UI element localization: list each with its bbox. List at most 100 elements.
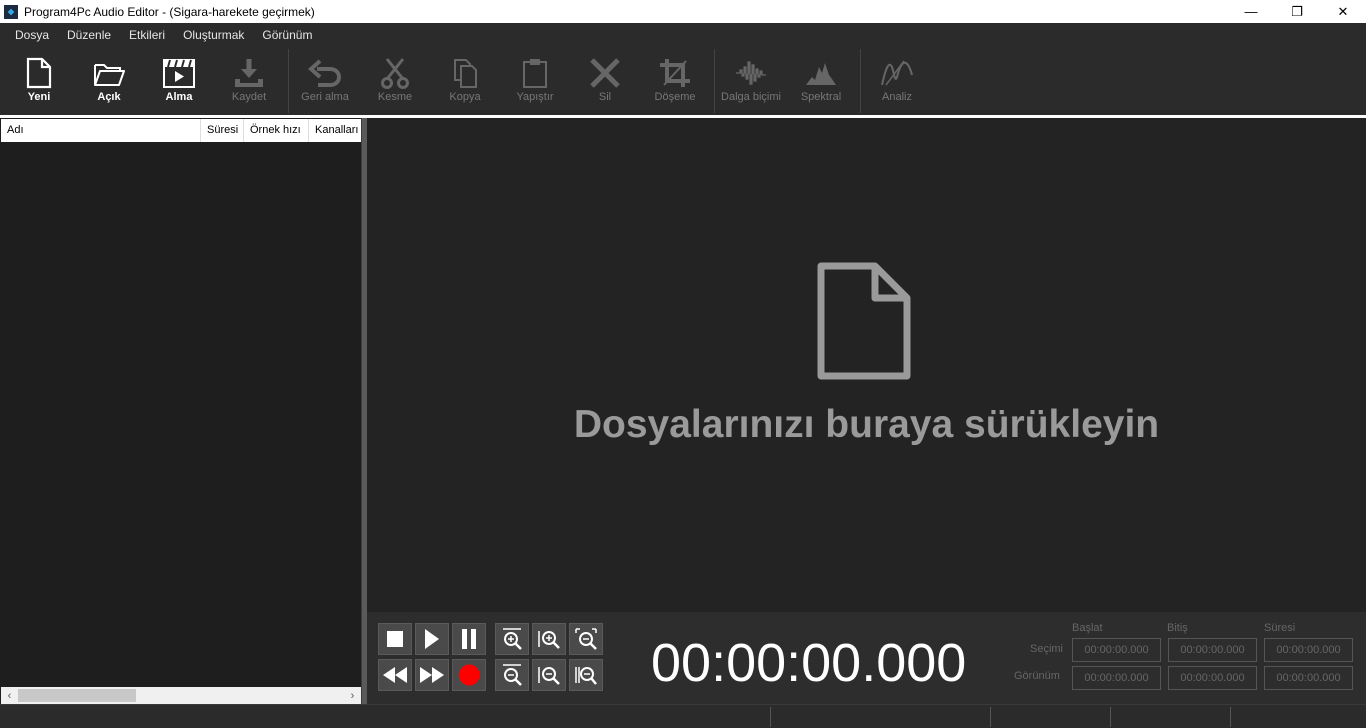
zoom-in-icon — [503, 628, 522, 650]
waveform-label: Dalga biçimi — [721, 91, 781, 103]
scrollbar-thumb[interactable] — [18, 689, 136, 702]
selection-start-field[interactable]: 00:00:00.000 — [1072, 638, 1161, 662]
import-button[interactable]: Alma — [150, 47, 208, 115]
copy-button[interactable]: Kopya — [436, 47, 494, 115]
toolbar: Yeni Açık Alma Kaydet Geri alma Kesme Ko… — [0, 47, 1366, 115]
status-divider — [1110, 707, 1111, 727]
drop-zone-text: Dosyalarınızı buraya sürükleyin — [573, 403, 1160, 446]
zoom-out-button[interactable] — [495, 659, 529, 691]
menu-edit[interactable]: Düzenle — [58, 23, 120, 47]
title-bar: Program4Pc Audio Editor - (Sigara-hareke… — [0, 0, 1366, 23]
zoom-full-button[interactable] — [569, 659, 603, 691]
play-button[interactable] — [415, 623, 449, 655]
menu-view[interactable]: Görünüm — [253, 23, 321, 47]
zoom-in-button[interactable] — [495, 623, 529, 655]
toolbar-divider — [714, 49, 715, 113]
analyze-button[interactable]: Analiz — [868, 47, 926, 115]
rewind-button[interactable] — [378, 659, 412, 691]
view-duration-field[interactable]: 00:00:00.000 — [1264, 666, 1353, 690]
trim-button[interactable]: Döşeme — [646, 47, 704, 115]
minimize-button[interactable]: — — [1228, 0, 1274, 23]
start-header: Başlat — [1072, 622, 1103, 634]
column-duration[interactable]: Süresi — [201, 119, 244, 142]
selection-duration-field[interactable]: 00:00:00.000 — [1264, 638, 1353, 662]
selection-label: Seçimi — [1030, 643, 1064, 655]
spectral-button[interactable]: Spektral — [792, 47, 850, 115]
drop-zone[interactable]: Dosyalarınızı buraya sürükleyin — [367, 118, 1366, 612]
play-icon — [425, 629, 439, 649]
menu-file[interactable]: Dosya — [6, 23, 58, 47]
status-divider — [990, 707, 991, 727]
scroll-right-icon[interactable]: › — [344, 687, 361, 704]
menu-bar: Dosya Düzenle Etkileri Oluşturmak Görünü… — [0, 23, 1366, 47]
fast-forward-button[interactable] — [415, 659, 449, 691]
column-name[interactable]: Adı — [1, 119, 201, 142]
end-header: Bitiş — [1167, 622, 1188, 634]
undo-button[interactable]: Geri alma — [296, 47, 354, 115]
zoom-out-selection-icon — [538, 667, 560, 685]
undo-label: Geri alma — [301, 91, 349, 103]
time-display: 00:00:00.000 — [651, 633, 967, 693]
zoom-fit-button[interactable] — [569, 623, 603, 655]
column-channels[interactable]: Kanalları — [309, 119, 361, 142]
new-file-icon — [26, 57, 52, 89]
duration-header: Süresi — [1264, 622, 1296, 634]
horizontal-scrollbar[interactable]: ‹ › — [1, 687, 361, 704]
app-logo-icon — [4, 4, 18, 19]
spectral-label: Spektral — [800, 91, 842, 103]
delete-x-icon — [590, 58, 620, 88]
delete-button[interactable]: Sil — [576, 47, 634, 115]
status-divider — [1230, 707, 1231, 727]
zoom-fit-icon — [575, 628, 597, 650]
zoom-out-selection-button[interactable] — [532, 659, 566, 691]
file-list-header: Adı Süresi Örnek hızı Kanalları — [1, 119, 361, 142]
view-end-field[interactable]: 00:00:00.000 — [1168, 666, 1257, 690]
zoom-to-selection-button[interactable] — [532, 623, 566, 655]
record-button[interactable] — [452, 659, 486, 691]
view-start-field[interactable]: 00:00:00.000 — [1072, 666, 1161, 690]
maximize-button[interactable]: ❐ — [1274, 0, 1320, 23]
column-sample-rate[interactable]: Örnek hızı — [244, 119, 309, 142]
cut-label: Kesme — [377, 91, 413, 103]
stop-icon — [387, 631, 403, 647]
open-folder-icon — [94, 64, 125, 86]
zoom-selection-icon — [538, 631, 560, 649]
file-list-panel[interactable]: Adı Süresi Örnek hızı Kanalları ‹ › — [0, 118, 362, 704]
copy-label: Kopya — [449, 91, 481, 103]
open-label: Açık — [97, 91, 121, 103]
clipboard-icon — [523, 59, 547, 88]
toolbar-divider — [860, 49, 861, 113]
menu-generate[interactable]: Oluşturmak — [174, 23, 253, 47]
scissors-icon — [381, 58, 409, 89]
cut-button[interactable]: Kesme — [366, 47, 424, 115]
record-icon — [458, 664, 480, 686]
selection-end-field[interactable]: 00:00:00.000 — [1168, 638, 1257, 662]
save-label: Kaydet — [231, 91, 267, 103]
waveform-button[interactable]: Dalga biçimi — [718, 47, 784, 115]
analysis-curve-icon — [881, 60, 913, 86]
save-button[interactable]: Kaydet — [220, 47, 278, 115]
stop-button[interactable] — [378, 623, 412, 655]
new-button[interactable]: Yeni — [10, 47, 68, 115]
toolbar-divider — [288, 49, 289, 113]
trim-label: Döşeme — [654, 91, 696, 103]
rewind-icon — [383, 667, 407, 683]
menu-effects[interactable]: Etkileri — [120, 23, 174, 47]
open-button[interactable]: Açık — [80, 47, 138, 115]
status-divider — [770, 707, 771, 727]
pause-button[interactable] — [452, 623, 486, 655]
close-button[interactable]: ✕ — [1320, 0, 1366, 23]
download-save-icon — [235, 59, 263, 87]
scroll-left-icon[interactable]: ‹ — [1, 687, 18, 704]
paste-button[interactable]: Yapıştır — [506, 47, 564, 115]
delete-label: Sil — [598, 91, 612, 103]
pause-icon — [462, 629, 476, 649]
new-label: Yeni — [27, 91, 51, 103]
document-icon — [817, 262, 911, 380]
zoom-out-icon — [503, 664, 522, 686]
zoom-full-icon — [575, 667, 597, 685]
player-bar: 00:00:00.000 Başlat Bitiş Süresi Seçimi … — [367, 612, 1366, 704]
spectral-icon — [806, 63, 836, 85]
window-controls: — ❐ ✕ — [1228, 0, 1366, 23]
waveform-icon — [736, 61, 766, 85]
